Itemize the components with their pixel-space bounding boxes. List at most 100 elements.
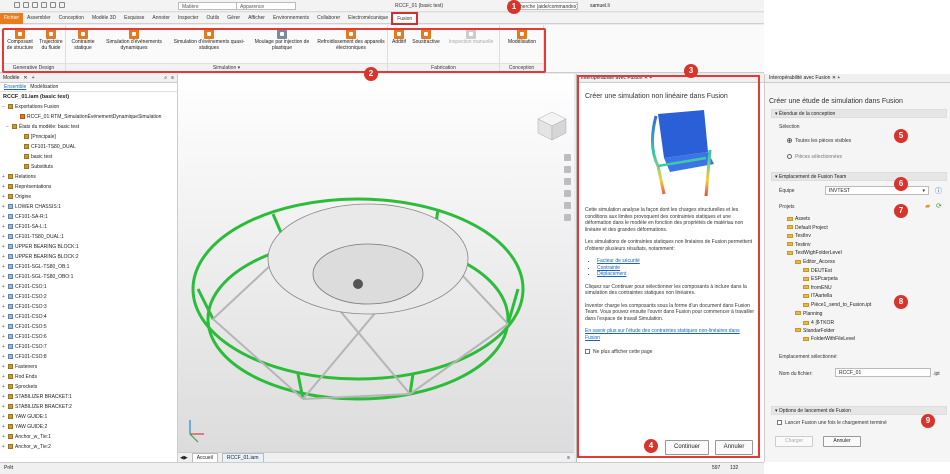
tree-item[interactable]: + CF101-SGL-TS80_OBO:1 [0,272,177,282]
tree-item[interactable]: + Origine [0,192,177,202]
home-icon[interactable] [59,2,65,8]
tree-item[interactable]: + STABILIZER BRACKET:1 [0,392,177,402]
project-folder[interactable]: fromENU [803,285,832,291]
tree-item[interactable]: + YAW GUIDE:1 [0,412,177,422]
section-fusion-team[interactable]: ▾ Emplacement de Fusion Team [771,172,947,181]
tab-model[interactable]: Modèle [3,75,19,81]
tree-item[interactable]: − États du modèle: basic test [0,122,177,132]
new-icon[interactable] [14,2,20,8]
save-icon[interactable] [32,2,38,8]
tree-item[interactable]: + Anchor_w_Tie:2 [0,442,177,452]
tree-item[interactable]: + CF101-SGL-TS80_OB:1 [0,262,177,272]
tree-item[interactable]: + CF101-CSO:8 [0,352,177,362]
tree-item[interactable]: + UPPER BEARING BLOCK:1 [0,242,177,252]
menu-tab-2[interactable]: Conception [55,13,88,24]
project-folder[interactable]: Default Project [787,225,828,231]
option-all-visible[interactable]: Toutes les pièces visibles [787,138,851,144]
tree-item[interactable]: + CF101-CSO:4 [0,312,177,322]
tree-item[interactable]: + LOWER CHASSIS:1 [0,202,177,212]
tree-item[interactable]: basic test [0,152,177,162]
project-folder[interactable]: DEUTEst [803,268,832,274]
appearance-dropdown[interactable]: Apparence [236,2,296,10]
menu-tab-8[interactable]: Gérer [223,13,244,24]
menu-icon[interactable]: ≡ [171,75,174,81]
project-folder[interactable]: StandarFolder [795,328,835,334]
menu-tab-12[interactable]: Electromécanique [344,13,392,24]
tree-item[interactable]: RCCF_01:RTM_SimulationÉvénementDynamique… [0,112,177,122]
section-launch-options[interactable]: ▾ Options de lancement de Fusion [771,406,947,415]
right-cancel-button[interactable]: Annuler [823,436,861,447]
view-cube[interactable] [537,111,567,141]
info-icon[interactable]: ⓘ [935,186,942,196]
subtab-assembly[interactable]: Ensemble [4,84,26,90]
tab-nav-icon[interactable]: ◀▶ [180,455,188,461]
menu-tab-7[interactable]: Outils [203,13,224,24]
tab-document[interactable]: RCCF_01.iam [221,452,264,463]
tree-item[interactable]: [Principale] [0,132,177,142]
menu-tab-3[interactable]: Modèle 3D [88,13,120,24]
graphics-viewport[interactable] [178,74,574,452]
undo-icon[interactable] [41,2,47,8]
menu-tab-13[interactable]: Fusion [391,11,419,25]
menu-tab-10[interactable]: Environnements [269,13,313,24]
search-icon[interactable]: ⌕ [164,75,167,81]
navigation-bar[interactable] [564,154,571,221]
open-icon[interactable] [23,2,29,8]
tree-root[interactable]: RCCF_01.iam (basic test) [0,92,177,102]
section-design-scope[interactable]: ▾ Étendue de la conception [771,109,947,118]
subtab-modeling[interactable]: Modélisation [30,84,58,90]
tree-item[interactable]: + Fasteners [0,362,177,372]
menu-tab-0[interactable]: Fichier [0,12,24,24]
team-dropdown[interactable]: INVTEST ▾ [825,186,929,195]
tree-item[interactable]: + Sprockets [0,382,177,392]
user-account[interactable]: samuel.li [590,3,610,9]
tree-item[interactable]: + CF101-SA-L:1 [0,222,177,232]
refresh-icon[interactable]: ⟳ [936,202,942,210]
project-folder[interactable]: TestInv [787,233,811,239]
filename-input[interactable]: RCCF_01 [835,368,931,377]
menu-tab-4[interactable]: Esquisse [120,13,148,24]
menu-tab-9[interactable]: Afficher [244,13,269,24]
tree-item[interactable]: Substituts [0,162,177,172]
tree-item[interactable]: + CF101-CSO:7 [0,342,177,352]
menu-tab-5[interactable]: Annoter [148,13,174,24]
tree-item[interactable]: + Rod Ends [0,372,177,382]
new-folder-icon[interactable]: ▰ [925,202,930,210]
project-folder[interactable]: Planning [795,311,822,317]
tree-item[interactable]: + YAW GUIDE:2 [0,422,177,432]
tree-item[interactable]: + CF101-TS80_DUAL:1 [0,232,177,242]
tree-item[interactable]: + STABILIZER BRACKET:2 [0,402,177,412]
tree-item[interactable]: + CF101-CSO:5 [0,322,177,332]
project-folder[interactable]: FolderWithFileLevel [803,336,855,342]
tree-item[interactable]: + CF101-CSO:2 [0,292,177,302]
tree-item[interactable]: − Exportations Fusion [0,102,177,112]
tree-item[interactable]: + UPPER BEARING BLOCK:2 [0,252,177,262]
project-folder[interactable]: Assets [787,216,810,222]
tree-item[interactable]: + CF101-CSO:3 [0,302,177,312]
close-icon[interactable]: ✕ [23,75,27,81]
tree-item[interactable]: + CF101-SA-R:1 [0,212,177,222]
tree-item[interactable]: CF101-TS80_DUAL [0,142,177,152]
add-tab-icon[interactable]: + [32,75,35,81]
menu-tab-1[interactable]: Assembler [23,13,55,24]
project-folder[interactable]: 4 多TKOR [803,319,834,326]
tree-item[interactable]: + Anchor_w_Tie:1 [0,432,177,442]
project-folder[interactable]: ESPcarpeta [803,276,838,282]
project-folder[interactable]: Pièce1_send_to_Fusion.ipt [803,302,871,308]
project-folder[interactable]: ITAartella [803,293,832,299]
tab-menu-icon[interactable]: ≡ [567,455,570,461]
tree-item[interactable]: + Relations [0,172,177,182]
tree-item[interactable]: + Représentations [0,182,177,192]
project-folder[interactable]: Testinv [787,242,811,248]
project-folder[interactable]: TestWighFolderLevel [787,250,842,256]
option-selected-parts[interactable]: Pièces sélectionnées [787,154,842,160]
tree-item[interactable]: + CF101-CSO:6 [0,332,177,342]
close-icon[interactable]: ✕ [832,75,836,81]
menu-tab-6[interactable]: Inspecter [174,13,203,24]
tab-home[interactable]: Accueil [191,452,218,463]
tree-item[interactable]: + CF101-CSO:1 [0,282,177,292]
menu-tab-11[interactable]: Collaborer [313,13,344,24]
launch-fusion-option[interactable]: Lancer Fusion une fois le chargement ter… [777,420,887,426]
project-folder[interactable]: Editor_Access [795,259,835,265]
add-tab-icon[interactable]: + [837,75,840,81]
